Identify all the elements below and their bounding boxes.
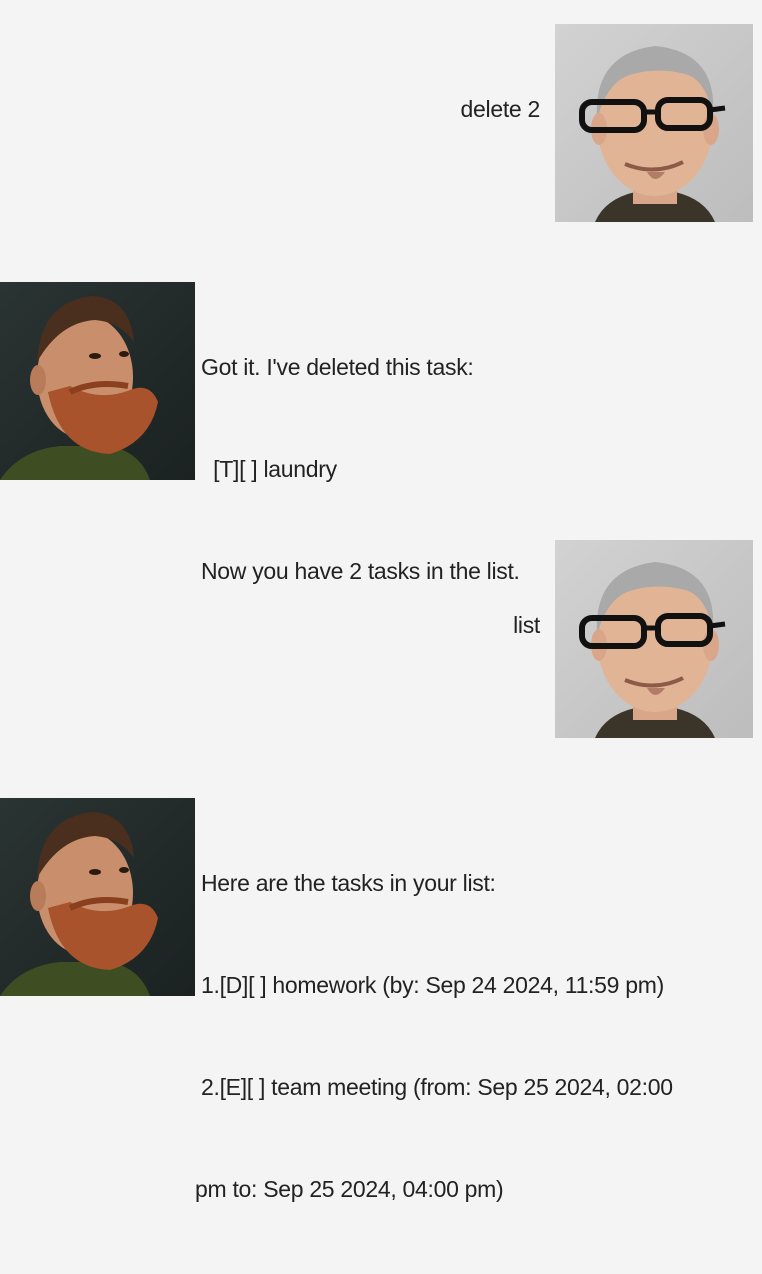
message-line: 1.[D][ ] homework (by: Sep 24 2024, 11:5…: [201, 972, 664, 998]
message-line: pm to: Sep 25 2024, 04:00 pm): [195, 1176, 504, 1202]
bot-avatar-bearded-icon: [0, 282, 195, 480]
bot-message: Got it. I've deleted this task: [T][ ] l…: [0, 240, 762, 584]
message-line: [T][ ] laundry: [201, 456, 337, 482]
user-message: list: [0, 530, 762, 770]
chat-container[interactable]: delete 2 Got it. I've deleted this task:…: [0, 0, 762, 1202]
bot-message-text: Here are the tasks in your list: 1.[D][ …: [195, 798, 673, 1274]
bot-message: Here are the tasks in your list: 1.[D][ …: [0, 770, 762, 1202]
bot-avatar-bearded-icon: [0, 798, 195, 996]
user-message: delete 2: [0, 0, 762, 240]
user-message-text: list: [503, 540, 540, 710]
user-avatar-glasses-icon: [555, 540, 753, 738]
message-line: 2.[E][ ] team meeting (from: Sep 25 2024…: [201, 1074, 673, 1100]
message-line: delete 2: [460, 96, 541, 122]
message-line: list: [513, 612, 540, 638]
message-line: Got it. I've deleted this task:: [201, 354, 474, 380]
message-line: Here are the tasks in your list:: [201, 870, 496, 896]
user-message-text: delete 2: [460, 24, 541, 194]
user-avatar-glasses-icon: [555, 24, 753, 222]
